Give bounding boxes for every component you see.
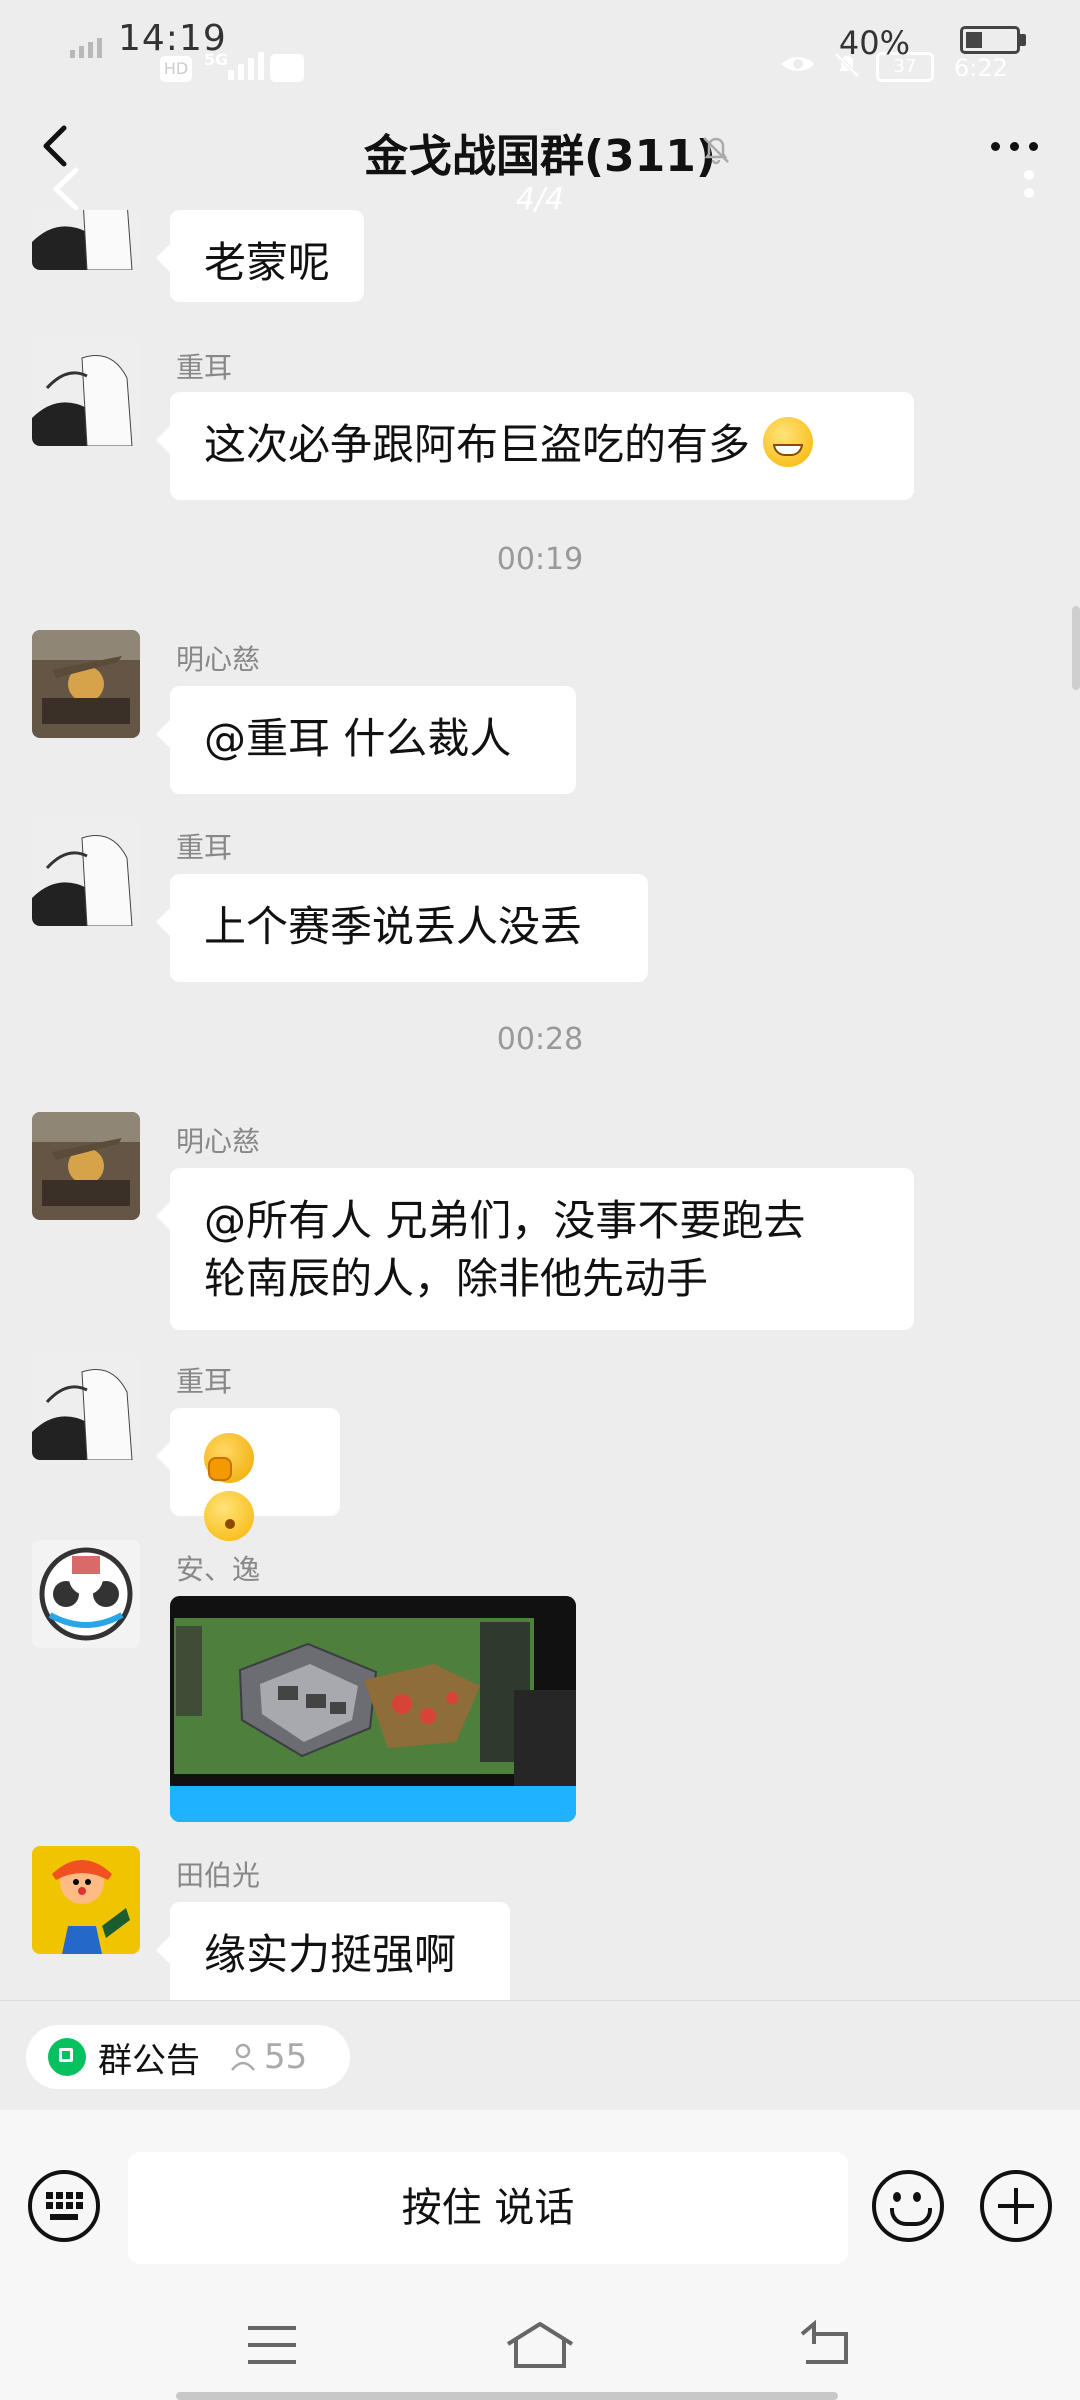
home-button[interactable] <box>504 2316 576 2372</box>
sender-name: 明心慈 <box>176 1125 261 1158</box>
eye-icon <box>782 57 814 71</box>
message-bubble[interactable]: @所有人 兄弟们，没事不要跑去 轮南辰的人，除非他先动手 <box>156 1168 914 1330</box>
chat-title: 金戈战国群(311) <box>363 131 717 182</box>
chat-message-list[interactable]: 老蒙呢 重耳 这次必争跟阿布巨盗吃的有多 00:19 明心慈 @重耳 什么裁人 … <box>0 210 1080 2000</box>
avatar[interactable] <box>32 1846 140 1954</box>
message-bubble[interactable]: 这次必争跟阿布巨盗吃的有多 <box>156 392 914 500</box>
message-bubble[interactable]: @重耳 什么裁人 <box>156 686 576 794</box>
status-bar: 14:19 HD 5G 37 6:22 40% <box>0 0 1080 90</box>
timestamp: 00:28 <box>496 1022 584 1057</box>
chat-header: 金戈战国群(311) 4/4 <box>0 90 1080 217</box>
message-text-line: @所有人 兄弟们，没事不要跑去 <box>204 1196 806 1245</box>
system-back-button[interactable] <box>796 2316 856 2372</box>
announcement-bar: 群公告 55 <box>0 2000 1080 2111</box>
member-count: 55 <box>264 2037 308 2077</box>
network-badge: 5G <box>204 50 229 69</box>
emoji-button[interactable] <box>872 2170 944 2242</box>
image-message[interactable] <box>170 1596 576 1822</box>
keyboard-toggle-button[interactable] <box>28 2170 100 2242</box>
system-navigation-bar <box>0 2300 1080 2400</box>
member-icon <box>231 2043 255 2071</box>
announcement-icon <box>48 2038 86 2076</box>
avatar[interactable] <box>32 1112 140 1220</box>
hd-badge: HD <box>160 56 192 82</box>
cellular-signal-icon <box>70 38 102 58</box>
avatar[interactable] <box>32 338 140 446</box>
message-bubble[interactable]: 老蒙呢 <box>155 210 365 302</box>
grinning-emoji-icon <box>763 417 814 467</box>
scrollbar[interactable] <box>1072 606 1080 690</box>
menu-button[interactable] <box>244 2320 300 2370</box>
message-bubble[interactable]: 缘实力挺强啊 <box>156 1902 510 2000</box>
signal-bars-icon <box>228 52 264 80</box>
hold-to-talk-button[interactable]: 按住 说话 <box>128 2152 848 2264</box>
battery-icon <box>960 26 1020 54</box>
keyboard-icon <box>46 2192 83 2220</box>
message-text: 这次必争跟阿布巨盗吃的有多 <box>204 420 751 469</box>
battery-cap-icon <box>1020 34 1026 46</box>
announcement-label: 群公告 <box>98 2040 200 2081</box>
timestamp: 00:19 <box>496 542 584 577</box>
brand-badge-icon <box>270 54 304 82</box>
more-dot-icon <box>1009 141 1019 151</box>
avatar[interactable] <box>32 210 140 270</box>
input-bar: 按住 说话 <box>0 2110 1080 2300</box>
battery-percent: 40% <box>838 24 910 62</box>
message-bubble[interactable] <box>156 1408 340 1541</box>
secondary-time: 6:22 <box>954 54 1008 82</box>
avatar[interactable] <box>32 630 140 738</box>
more-dot-icon <box>990 141 1000 151</box>
sender-name: 安、逸 <box>176 1553 261 1586</box>
more-dot-icon <box>1028 141 1038 151</box>
more-button[interactable] <box>984 136 1044 156</box>
hand-over-mouth-emoji-icon <box>204 1433 254 1483</box>
group-announcement-button[interactable]: 群公告 55 <box>26 2025 350 2089</box>
message-text-line: 轮南辰的人，除非他先动手 <box>204 1254 709 1303</box>
sender-name: 田伯光 <box>176 1859 261 1892</box>
avatar[interactable] <box>32 1540 140 1648</box>
avatar[interactable] <box>32 818 140 926</box>
gesture-handle[interactable] <box>176 2392 838 2400</box>
sender-name: 重耳 <box>176 1365 233 1398</box>
sender-name: 重耳 <box>176 831 233 864</box>
sender-name: 重耳 <box>176 351 233 384</box>
bell-off-icon <box>703 137 729 165</box>
more-actions-button[interactable] <box>980 2170 1052 2242</box>
avatar[interactable] <box>32 1352 140 1460</box>
kissing-emoji-icon <box>204 1491 254 1541</box>
sender-name: 明心慈 <box>176 643 261 676</box>
message-bubble[interactable]: 上个赛季说丢人没丢 <box>156 874 648 982</box>
